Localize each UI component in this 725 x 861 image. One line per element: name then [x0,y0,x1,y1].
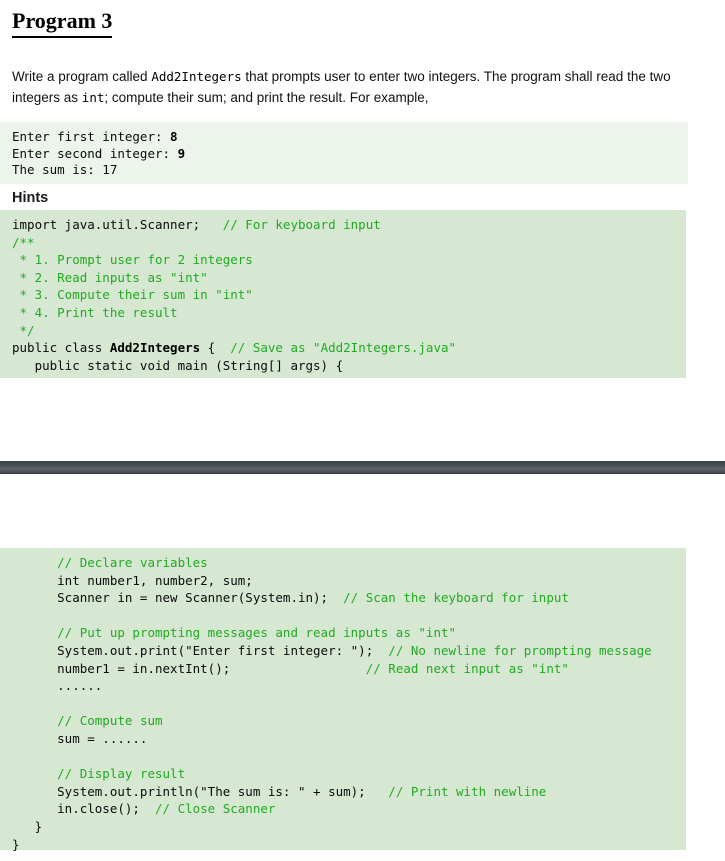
intro-text-part-1: Write a program called [12,69,152,84]
code-line: } [12,836,686,854]
code-line: Scanner in = new Scanner(System.in); // … [12,589,686,607]
hints-code-block: import java.util.Scanner; // For keyboar… [0,210,686,378]
output-prompt-text: Enter first integer: [12,129,171,144]
code-text: System.out.println("The sum is: " + sum)… [12,783,389,799]
code-line: * 1. Prompt user for 2 integers [12,251,686,269]
code-identifier-bold: Add2Integers [109,340,201,356]
code-line: // Display result [12,765,686,783]
code-comment: * 4. Print the result [12,304,178,320]
code-comment: /** [12,234,35,250]
code-comment: * 2. Read inputs as "int" [12,269,208,285]
code-comment: // Print with newline [388,783,547,799]
hints-heading: Hints [12,190,49,206]
code-line: public static void main (String[] args) … [12,357,686,375]
code-text-after: { [200,340,231,356]
code-text: int number1, number2, sum; [12,572,253,588]
output-user-input-value: 9 [177,145,186,161]
code-line: // Declare variables [12,554,686,572]
page-separator-bar [0,461,725,474]
body-code-block: // Declare variables int number1, number… [0,548,686,852]
code-line: System.out.print("Enter first integer: "… [12,642,686,660]
code-line: System.out.println("The sum is: " + sum)… [12,783,686,801]
code-comment: * 3. Compute their sum in "int" [12,287,253,303]
output-line: Enter second integer: 9 [12,146,688,163]
code-text: number1 = in.nextInt(); [12,660,366,676]
code-line: * 4. Print the result [12,304,686,322]
code-text: Scanner in = new Scanner(System.in); [12,590,344,606]
output-line: The sum is: 17 [12,162,688,179]
code-text: in.close(); [12,801,155,817]
intro-paragraph: Write a program called Add2Integers that… [12,66,684,108]
code-line: import java.util.Scanner; // For keyboar… [12,216,686,234]
code-line: number1 = in.nextInt(); // Read next inp… [12,660,686,678]
code-line: // Put up prompting messages and read in… [12,624,686,642]
intro-text-part-3: ; compute their sum; and print the resul… [104,90,429,105]
code-comment: // Save as "Add2Integers.java" [230,340,457,356]
code-comment: // For keyboard input [222,217,381,232]
code-line: in.close(); // Close Scanner [12,800,686,818]
code-comment: // Read next input as "int" [365,660,569,676]
code-comment: // Put up prompting messages and read in… [57,625,457,641]
inline-code-type-int: int [81,90,105,105]
code-comment: // Close Scanner [155,801,276,817]
code-text: public class [12,340,110,356]
code-text: ...... [12,678,103,694]
code-text: import java.util.Scanner; [12,217,223,232]
code-comment: // Declare variables [57,555,208,570]
page-title: Program 3 [12,8,113,38]
code-line: * 3. Compute their sum in "int" [12,286,686,304]
code-line: */ [12,322,686,340]
code-comment: // No newline for prompting message [388,642,652,658]
code-line: public class Add2Integers { // Save as "… [12,339,686,357]
code-text: } [12,836,20,852]
output-line: Enter first integer: 8 [12,129,688,146]
sample-output-block: Enter first integer: 8 Enter second integ… [0,122,688,184]
code-comment: // Display result [57,766,186,782]
code-comment: */ [12,322,35,338]
code-comment: * 1. Prompt user for 2 integers [12,252,253,268]
code-line: ...... [12,677,686,695]
code-text: } [12,818,43,834]
code-text: sum = ...... [12,730,148,746]
inline-code-classname: Add2Integers [151,69,242,84]
code-line: * 2. Read inputs as "int" [12,269,686,287]
code-text: System.out.print("Enter first integer: "… [12,642,389,658]
code-line: sum = ...... [12,730,686,748]
code-comment: // Scan the keyboard for input [343,590,569,606]
code-comment: // Compute sum [57,713,163,729]
output-prompt-text: Enter second integer: [12,145,178,161]
code-line: int number1, number2, sum; [12,572,686,590]
output-user-input-value: 8 [170,129,178,144]
code-line: /** [12,234,686,252]
code-text: public static void main (String[] args) … [12,357,344,373]
output-prompt-text: The sum is: 17 [12,162,118,177]
code-line: // Compute sum [12,712,686,730]
code-line: } [12,818,686,836]
